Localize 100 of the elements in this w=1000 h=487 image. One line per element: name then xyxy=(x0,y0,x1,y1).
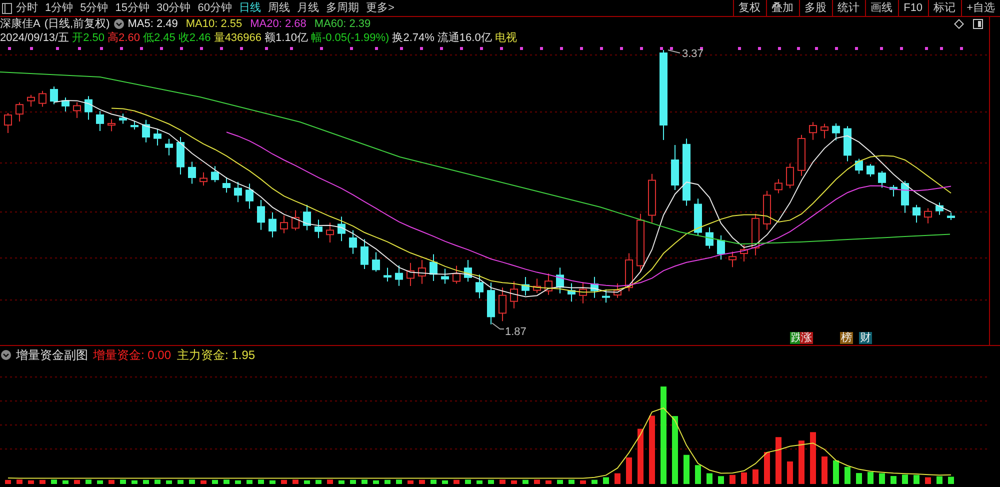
period-tab[interactable]: 5分钟 xyxy=(80,2,108,14)
candlestick xyxy=(326,222,334,243)
panel-toggle-icon[interactable] xyxy=(973,19,983,29)
period-tab[interactable]: 15分钟 xyxy=(115,2,150,14)
toolbar-button[interactable]: 复权 xyxy=(732,0,766,16)
candlestick xyxy=(924,208,932,224)
candlestick xyxy=(763,190,771,230)
indicator-value: 主力资金: 1.95 xyxy=(177,346,256,364)
candlestick xyxy=(222,176,230,194)
chart-mode: (日线,前复权) xyxy=(44,16,110,32)
candlestick xyxy=(4,112,12,134)
candlestick xyxy=(303,204,311,231)
candlestick xyxy=(809,122,817,140)
period-tab[interactable]: 1分钟 xyxy=(45,2,74,14)
candlestick xyxy=(832,122,840,141)
period-tab[interactable]: 30分钟 xyxy=(156,2,191,14)
ma-value: MA5: 2.49 xyxy=(128,16,178,32)
period-tab[interactable]: 日线 xyxy=(239,2,261,14)
toolbar-button[interactable]: 多股 xyxy=(798,0,832,16)
indicator-title: 增量资金副图 xyxy=(16,346,88,364)
candlestick xyxy=(901,180,909,214)
candlestick xyxy=(268,212,276,238)
candlestick xyxy=(62,96,70,112)
candlestick xyxy=(84,96,92,120)
event-marker[interactable]: 财 xyxy=(859,332,872,344)
window-icon[interactable] xyxy=(2,3,12,14)
candlestick xyxy=(349,230,357,254)
period-tab[interactable]: 更多> xyxy=(366,2,394,14)
candlestick xyxy=(878,170,886,188)
candlestick xyxy=(636,213,644,272)
quote-field: 低2.45 xyxy=(142,30,176,46)
candlestick xyxy=(165,138,173,156)
candlestick xyxy=(522,276,530,296)
dropdown-icon[interactable] xyxy=(114,19,124,29)
candlestick xyxy=(912,204,920,224)
candlestick xyxy=(441,268,449,284)
candlestick xyxy=(544,273,552,296)
event-marker[interactable]: 榜 xyxy=(840,332,853,344)
candlestick xyxy=(246,183,254,210)
candlestick xyxy=(360,238,368,270)
period-tab[interactable]: 分时 xyxy=(16,2,38,14)
candlestick xyxy=(476,274,484,299)
candlestick xyxy=(38,90,46,108)
candlestick xyxy=(16,102,24,122)
leader-line xyxy=(492,322,504,330)
candlestick xyxy=(602,288,610,304)
period-tab[interactable]: 60分钟 xyxy=(198,2,232,14)
candlestick xyxy=(188,161,196,184)
candlestick xyxy=(292,210,300,231)
quote-field: 额1.10亿 xyxy=(264,30,308,46)
dropdown-icon[interactable] xyxy=(1,350,11,360)
candlestick xyxy=(73,102,81,118)
toolbar-button[interactable]: 画线 xyxy=(864,0,898,16)
candlestick xyxy=(257,199,265,230)
candlestick xyxy=(510,280,518,309)
candlestick xyxy=(108,118,116,132)
toolbar-button[interactable]: 叠加 xyxy=(766,0,799,16)
candlestick xyxy=(406,262,414,287)
stock-name: 深康佳A xyxy=(0,16,40,32)
leader-line xyxy=(668,50,680,54)
candlestick xyxy=(694,198,702,236)
period-tab[interactable]: 多周期 xyxy=(326,2,359,14)
candlestick xyxy=(740,244,748,262)
candlestick xyxy=(130,120,138,130)
candlestick xyxy=(682,138,690,206)
quote-field: 2024/09/13/五 xyxy=(0,30,70,46)
candlestick xyxy=(487,282,495,325)
candlestick xyxy=(395,264,403,286)
candlestick xyxy=(234,181,242,203)
candlestick xyxy=(452,265,460,284)
period-tab[interactable]: 月线 xyxy=(297,2,319,14)
quote-field: 量436966 xyxy=(214,30,262,46)
toolbar-button[interactable]: +自选 xyxy=(960,0,1000,16)
period-tab[interactable]: 周线 xyxy=(268,2,290,14)
candlestick xyxy=(211,166,219,183)
quote-field: 开2.50 xyxy=(72,30,105,46)
candlestick xyxy=(844,126,852,162)
quote-field: 流通16.0亿 xyxy=(437,30,492,46)
candlestick xyxy=(384,267,392,282)
toolbar-button[interactable]: F10 xyxy=(898,0,928,16)
toolbar-button[interactable]: 统计 xyxy=(832,0,865,16)
diamond-icon[interactable] xyxy=(954,19,964,29)
candlestick xyxy=(625,252,633,292)
quote-field: 高2.60 xyxy=(108,30,140,46)
candlestick xyxy=(498,286,506,322)
candlestick xyxy=(648,173,656,224)
toolbar-button[interactable]: 标记 xyxy=(928,0,961,16)
candlestick xyxy=(27,94,35,108)
candlestick xyxy=(752,213,760,256)
candlestick xyxy=(314,219,322,239)
candlestick xyxy=(430,254,438,282)
ma-value: MA60: 2.39 xyxy=(314,16,371,32)
candlestick xyxy=(372,252,380,272)
candlestick xyxy=(728,251,736,268)
candlestick xyxy=(579,282,587,304)
event-marker[interactable]: 涨 xyxy=(800,332,813,344)
ma-value: MA20: 2.68 xyxy=(250,16,306,32)
candlestick xyxy=(119,113,127,124)
candlestick xyxy=(798,134,806,176)
candlestick xyxy=(671,144,679,190)
